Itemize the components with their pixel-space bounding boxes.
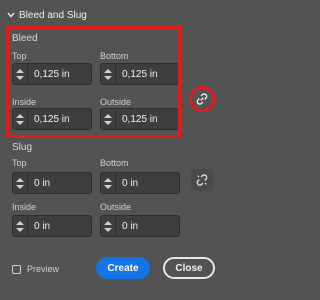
bleed-outside-value[interactable]: 0,125 in	[122, 114, 158, 125]
section-header[interactable]: Bleed and Slug	[6, 8, 87, 22]
slug-bottom-label: Bottom	[100, 158, 129, 168]
preview-label: Preview	[27, 264, 60, 274]
bleed-title: Bleed	[12, 33, 38, 44]
bleed-top-label: Top	[12, 51, 27, 61]
bleed-link-button[interactable]	[189, 86, 215, 112]
preview-toggle[interactable]: Preview	[12, 264, 59, 274]
section-title: Bleed and Slug	[19, 9, 87, 21]
create-button[interactable]: Create	[96, 257, 150, 279]
bleed-top-value[interactable]: 0,125 in	[34, 69, 70, 80]
bleed-bottom-field[interactable]: 0,125 in	[100, 63, 180, 85]
slug-outside-stepper[interactable]	[101, 216, 116, 236]
bleed-inside-label: Inside	[12, 97, 37, 107]
bleed-outside-label: Outside	[100, 97, 132, 107]
slug-outside-label: Outside	[100, 202, 132, 212]
slug-inside-stepper[interactable]	[13, 216, 28, 236]
slug-inside-field[interactable]: 0 in	[12, 215, 92, 237]
slug-outside-field[interactable]: 0 in	[100, 215, 180, 237]
close-button[interactable]: Close	[163, 257, 215, 279]
slug-top-label: Top	[12, 158, 27, 168]
bleed-outside-stepper[interactable]	[101, 109, 116, 129]
slug-inside-value[interactable]: 0 in	[34, 221, 50, 232]
link-icon	[196, 93, 208, 105]
bleed-bottom-stepper[interactable]	[101, 64, 116, 84]
slug-title: Slug	[12, 142, 33, 153]
slug-link-button[interactable]	[191, 169, 213, 191]
preview-checkbox[interactable]	[12, 264, 21, 274]
slug-bottom-field[interactable]: 0 in	[100, 172, 180, 194]
slug-bottom-stepper[interactable]	[101, 173, 116, 193]
bleed-outside-field[interactable]: 0,125 in	[100, 108, 180, 130]
link-broken-icon	[196, 174, 208, 186]
dialog-footer: Preview Create Close	[0, 253, 230, 300]
bleed-top-stepper[interactable]	[13, 64, 28, 84]
bleed-inside-value[interactable]: 0,125 in	[34, 114, 70, 125]
chevron-down-icon	[7, 12, 15, 18]
slug-bottom-value[interactable]: 0 in	[122, 178, 138, 189]
bleed-bottom-value[interactable]: 0,125 in	[122, 69, 158, 80]
slug-top-field[interactable]: 0 in	[12, 172, 92, 194]
slug-inside-label: Inside	[12, 202, 37, 212]
bleed-and-slug-panel: Bleed and Slug Bleed Top 0,125 in Bottom…	[0, 0, 230, 300]
bleed-inside-field[interactable]: 0,125 in	[12, 108, 92, 130]
slug-outside-value[interactable]: 0 in	[122, 221, 138, 232]
bleed-top-field[interactable]: 0,125 in	[12, 63, 92, 85]
bleed-bottom-label: Bottom	[100, 51, 129, 61]
slug-top-value[interactable]: 0 in	[34, 178, 50, 189]
bleed-inside-stepper[interactable]	[13, 109, 28, 129]
slug-top-stepper[interactable]	[13, 173, 28, 193]
